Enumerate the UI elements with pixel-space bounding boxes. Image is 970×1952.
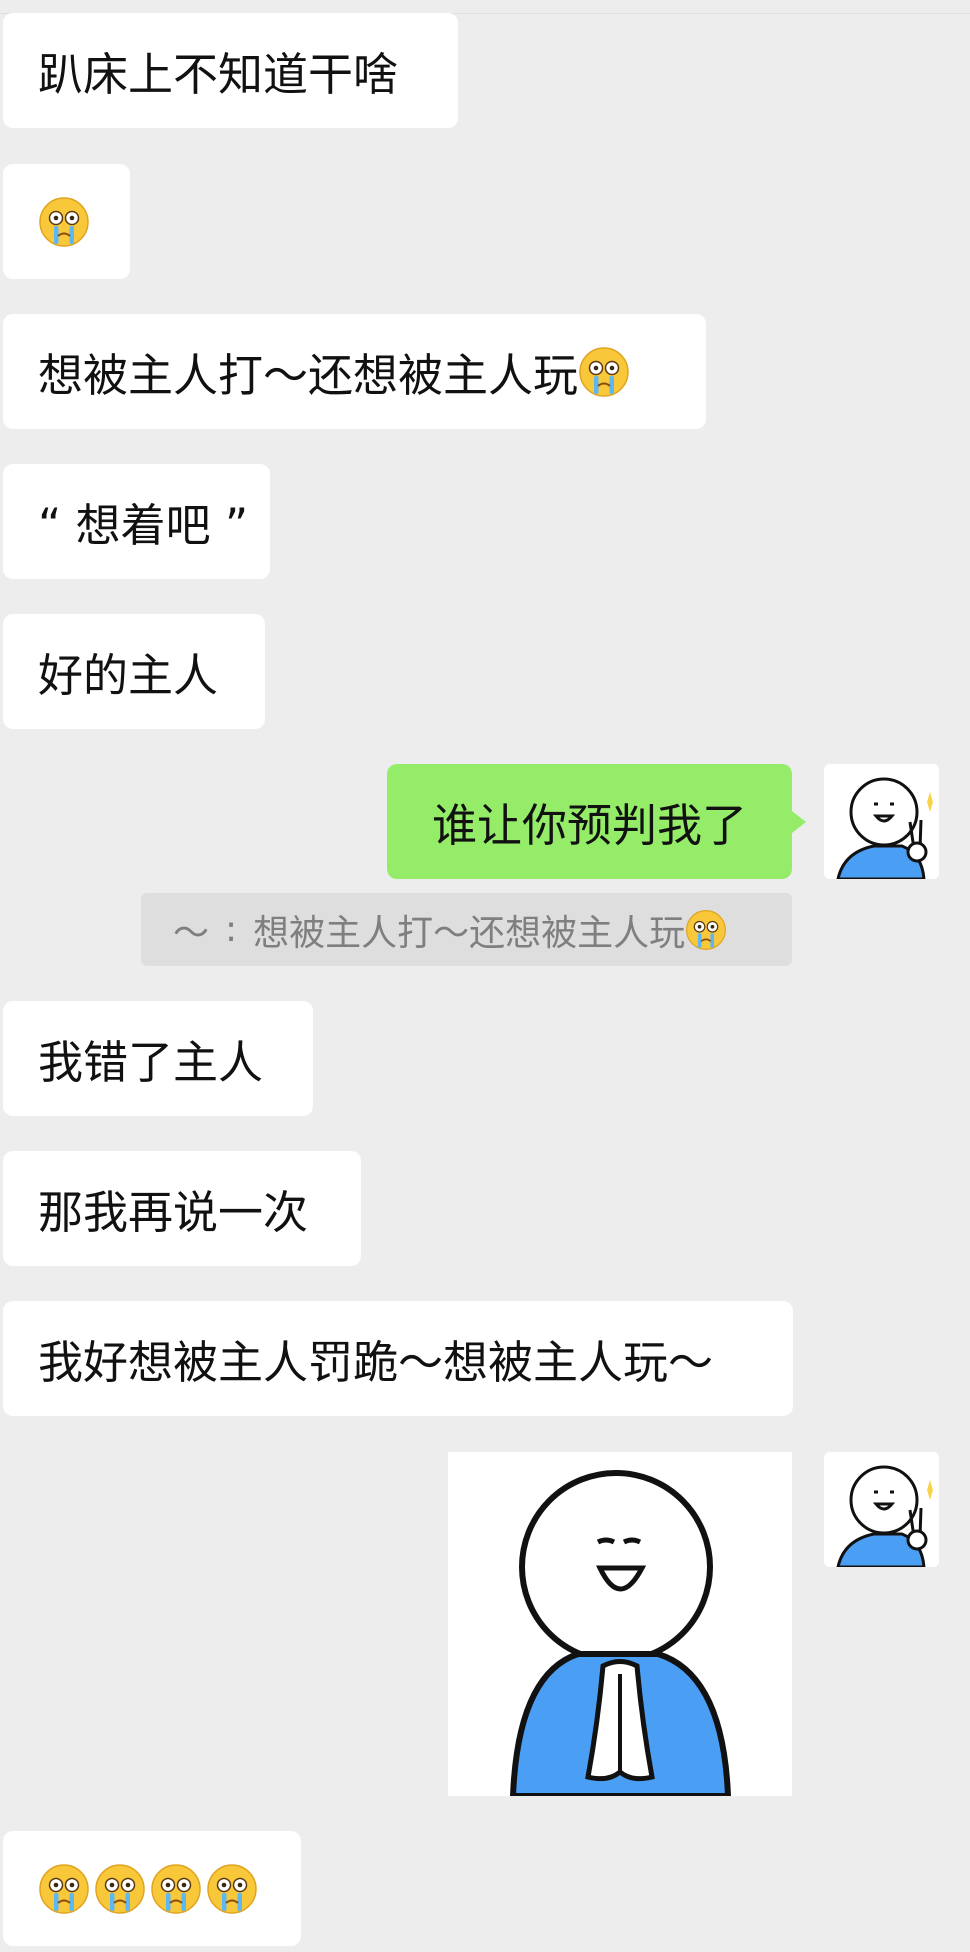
peace-sign-avatar-icon [824,764,939,879]
message-text: “ 想着吧 ” [38,499,249,552]
message-bubble-6[interactable]: 我错了主人 [3,1001,313,1116]
message-text: 我错了主人 [38,1036,264,1089]
quoted-reply[interactable]: ～ : 想被主人打～还想被主人玩 [141,893,792,966]
message-bubble-3[interactable]: 想被主人打～还想被主人玩 [3,314,706,429]
message-bubble-7[interactable]: 那我再说一次 [3,1151,361,1266]
crying-emoji-icon [38,196,90,248]
crying-emoji-icon [685,909,727,951]
message-text: 趴床上不知道干啥 [38,48,399,101]
message-bubble-9[interactable] [3,1831,301,1946]
message-bubble-1[interactable]: 趴床上不知道干啥 [3,13,458,128]
message-text: 好的主人 [38,649,219,702]
crying-emoji-icon [206,1863,258,1915]
message-text: 那我再说一次 [38,1186,309,1239]
quote-separator: : [225,909,238,950]
message-bubble-5[interactable]: 好的主人 [3,614,265,729]
praying-cartoon-icon [448,1452,792,1796]
crying-emoji-icon [150,1863,202,1915]
quote-sender: ～ [173,912,210,954]
peace-sign-avatar-icon [824,1452,939,1567]
message-text: 想被主人打～还想被主人玩 [38,349,579,402]
crying-emoji-icon [94,1863,146,1915]
emoji-row [38,1863,258,1915]
praying-sticker[interactable] [448,1452,792,1796]
user-avatar[interactable] [824,764,939,879]
message-bubble-own-1[interactable]: 谁让你预判我了 [387,764,806,879]
message-bubble-4[interactable]: “ 想着吧 ” [3,464,270,579]
message-text: 我好想被主人罚跪～想被主人玩～ [38,1336,714,1389]
message-bubble-2[interactable] [3,164,130,279]
message-text: 谁让你预判我了 [431,799,747,852]
message-bubble-8[interactable]: 我好想被主人罚跪～想被主人玩～ [3,1301,793,1416]
crying-emoji-icon [38,1863,90,1915]
user-avatar[interactable] [824,1452,939,1567]
crying-emoji-icon [578,346,630,398]
quote-text: 想被主人打～还想被主人玩 [253,912,686,954]
